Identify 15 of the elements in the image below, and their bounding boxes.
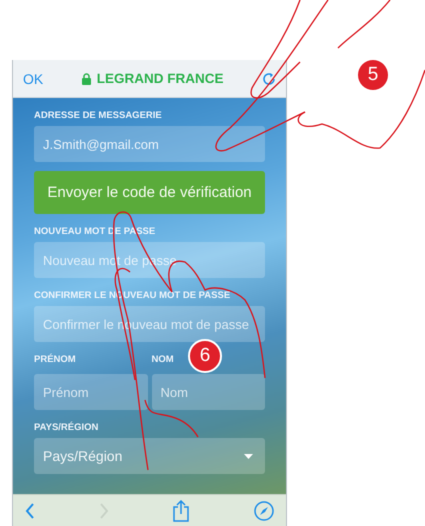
site-title: LEGRAND FRANCE	[96, 71, 224, 86]
lock-icon	[82, 72, 91, 84]
back-button[interactable]	[25, 502, 35, 518]
field-label: PRÉNOM	[34, 354, 76, 365]
send-code-button[interactable]: Envoyer le code de vérification	[34, 171, 265, 214]
caret-icon	[244, 454, 253, 458]
ok-button[interactable]: OK	[23, 70, 44, 86]
field-label: PAYS/RÉGION	[34, 422, 100, 433]
share-icon[interactable]	[172, 500, 190, 522]
field-label: NOM	[152, 354, 174, 365]
refresh-icon[interactable]	[262, 72, 276, 86]
field-label: ADRESSE DE MESSAGERIE	[34, 110, 163, 121]
step-number: 5	[358, 60, 388, 90]
country-dropdown[interactable]: Pays/Région	[34, 438, 265, 474]
compass-icon[interactable]	[254, 500, 274, 520]
